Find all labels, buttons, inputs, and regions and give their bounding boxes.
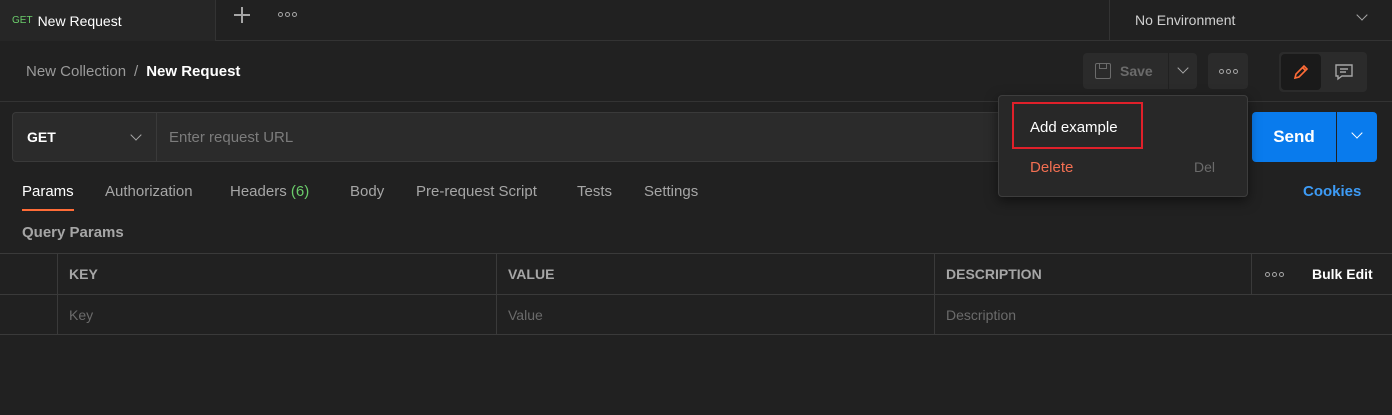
chevron-down-icon bbox=[130, 129, 142, 141]
key-input[interactable]: Key bbox=[57, 295, 497, 335]
more-actions-button[interactable] bbox=[1208, 53, 1248, 89]
bulk-edit-button[interactable]: Bulk Edit bbox=[1297, 254, 1392, 294]
more-actions-menu: Add example Delete Del bbox=[998, 95, 1248, 197]
send-dropdown-button[interactable] bbox=[1337, 112, 1377, 162]
active-tab-underline bbox=[22, 209, 74, 211]
delete-shortcut-label: Del bbox=[1194, 159, 1216, 175]
save-label: Save bbox=[1120, 63, 1153, 79]
sidebar-toggle-group bbox=[1279, 52, 1367, 92]
tab-prerequest-script[interactable]: Pre-request Script bbox=[416, 183, 537, 200]
environment-label: No Environment bbox=[1135, 12, 1236, 28]
tab-body[interactable]: Body bbox=[350, 183, 384, 200]
chevron-down-icon bbox=[1356, 9, 1368, 21]
tab-headers-label: Headers bbox=[230, 183, 287, 200]
column-options-button[interactable] bbox=[1251, 254, 1297, 294]
comment-icon bbox=[1335, 64, 1353, 81]
method-label: GET bbox=[27, 129, 56, 145]
tab-authorization[interactable]: Authorization bbox=[105, 183, 193, 200]
tab-settings[interactable]: Settings bbox=[644, 183, 698, 200]
tab-headers[interactable]: Headers (6) bbox=[230, 183, 309, 200]
query-params-title: Query Params bbox=[22, 224, 124, 241]
description-column-header: DESCRIPTION bbox=[934, 254, 1252, 294]
chevron-down-icon bbox=[1177, 62, 1189, 74]
cookies-link[interactable]: Cookies bbox=[1303, 183, 1361, 200]
breadcrumb-request[interactable]: New Request bbox=[146, 63, 240, 80]
key-column-header: KEY bbox=[57, 254, 497, 294]
tab-options-dots-icon[interactable] bbox=[278, 12, 297, 17]
method-selector[interactable]: GET bbox=[12, 112, 157, 162]
send-button[interactable]: Send bbox=[1252, 112, 1336, 162]
save-icon bbox=[1095, 63, 1111, 79]
tab-name-label: New Request bbox=[37, 12, 122, 29]
table-header-row: KEY VALUE DESCRIPTION Bulk Edit bbox=[0, 253, 1392, 294]
breadcrumb: New Collection / New Request bbox=[26, 63, 240, 80]
environment-selector[interactable]: No Environment bbox=[1109, 0, 1392, 40]
value-input[interactable]: Value bbox=[496, 295, 935, 335]
check-column-header bbox=[0, 254, 58, 294]
more-dots-icon bbox=[1218, 68, 1238, 74]
new-tab-plus-icon[interactable] bbox=[232, 5, 252, 25]
tab-params[interactable]: Params bbox=[22, 183, 74, 200]
query-params-table: KEY VALUE DESCRIPTION Bulk Edit Key Valu… bbox=[0, 253, 1392, 335]
tab-tests[interactable]: Tests bbox=[577, 183, 612, 200]
save-dropdown-button[interactable] bbox=[1169, 53, 1197, 89]
save-button[interactable]: Save bbox=[1083, 53, 1168, 89]
tab-bar: GET New Request No Environment bbox=[0, 0, 1392, 41]
tab-method-label: GET bbox=[12, 15, 33, 26]
breadcrumb-collection[interactable]: New Collection bbox=[26, 63, 126, 80]
row-checkbox-cell bbox=[0, 295, 58, 335]
menu-item-delete[interactable]: Delete bbox=[1030, 159, 1073, 176]
headers-count-badge: (6) bbox=[290, 183, 310, 200]
menu-item-add-example[interactable]: Add example bbox=[1030, 119, 1118, 136]
value-column-header: VALUE bbox=[496, 254, 935, 294]
more-dots-icon bbox=[1265, 271, 1284, 277]
chevron-down-icon bbox=[1351, 127, 1363, 139]
request-tab[interactable]: GET New Request bbox=[0, 0, 216, 41]
pencil-icon bbox=[1293, 64, 1309, 80]
description-input[interactable]: Description bbox=[934, 295, 1392, 335]
send-label: Send bbox=[1273, 127, 1315, 146]
comments-button[interactable] bbox=[1323, 54, 1365, 90]
edit-button[interactable] bbox=[1281, 54, 1321, 90]
breadcrumb-separator: / bbox=[134, 63, 139, 80]
table-row: Key Value Description bbox=[0, 294, 1392, 335]
request-header: New Collection / New Request Save bbox=[0, 41, 1392, 102]
